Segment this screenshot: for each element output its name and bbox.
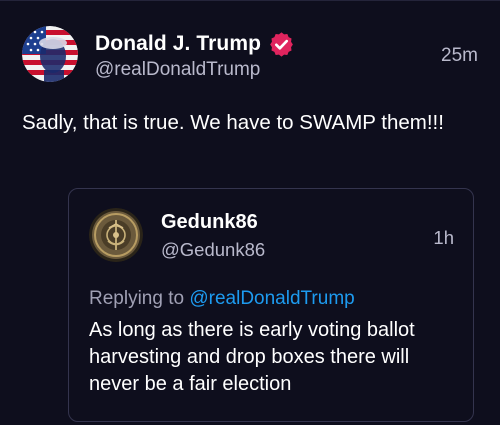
verified-badge-icon	[270, 31, 293, 57]
quoted-author-handle[interactable]: @Gedunk86	[161, 239, 265, 261]
quoted-post-timestamp: 1h	[433, 227, 454, 248]
replying-to-label: Replying to	[89, 288, 185, 309]
quoted-author-name[interactable]: Gedunk86	[161, 211, 258, 234]
quoted-author-avatar[interactable]	[89, 208, 143, 262]
post-timestamp: 25m	[441, 45, 478, 66]
author-avatar[interactable]	[22, 26, 78, 82]
post-text: Sadly, that is true. We have to SWAMP th…	[22, 111, 444, 134]
flag-portrait-avatar-icon	[22, 26, 78, 82]
author-name-row: Donald J. Trump	[95, 30, 295, 58]
emblem-seal-avatar-icon	[89, 208, 143, 262]
quoted-post[interactable]: Gedunk86 @Gedunk86 1h Replying to @realD…	[68, 188, 474, 422]
author-handle[interactable]: @realDonaldTrump	[95, 59, 260, 81]
author-name[interactable]: Donald J. Trump	[95, 32, 261, 56]
replying-to-line: Replying to @realDonaldTrump	[89, 288, 355, 310]
quoted-post-text: As long as there is early voting ballot …	[89, 319, 415, 395]
replying-to-mention[interactable]: @realDonaldTrump	[189, 288, 354, 309]
post: Donald J. Trump @realDonaldTrump 25m Sad…	[0, 0, 500, 425]
